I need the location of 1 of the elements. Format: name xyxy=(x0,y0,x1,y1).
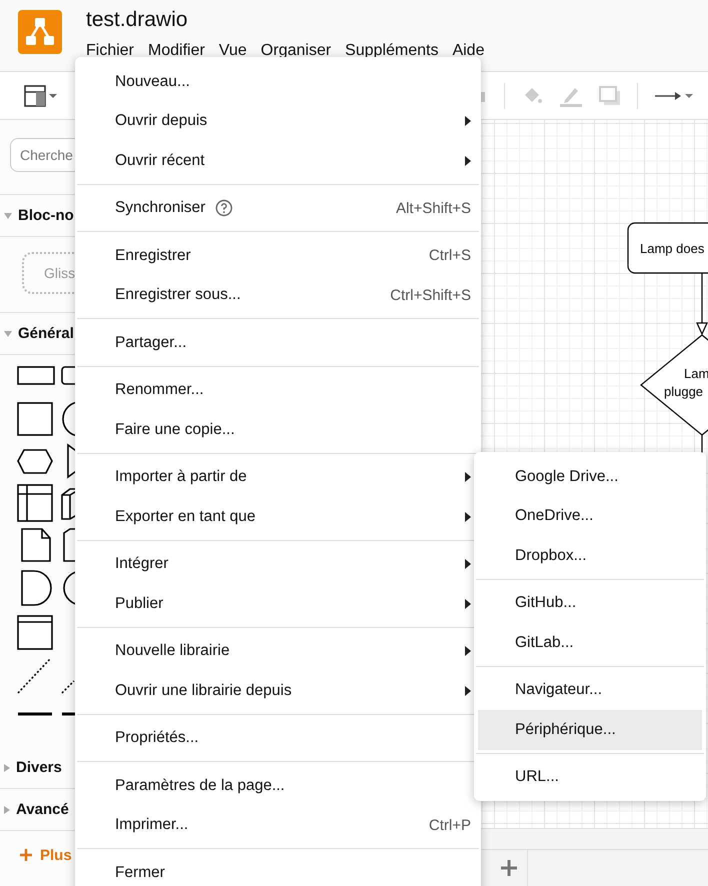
more-label: Plus xyxy=(40,846,72,864)
